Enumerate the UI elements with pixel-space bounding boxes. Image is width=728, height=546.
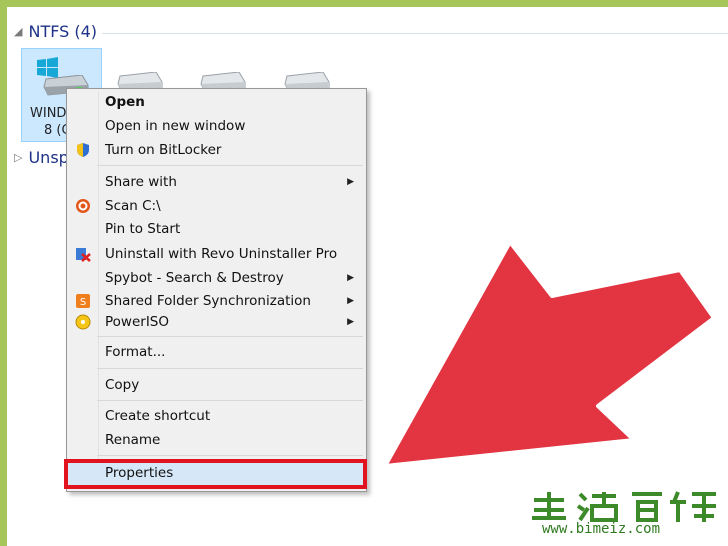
group-ntfs-label: NTFS (4) — [28, 22, 98, 41]
menu-separator — [97, 400, 363, 401]
shield-icon — [77, 143, 89, 157]
submenu-arrow-icon: ▶ — [347, 177, 354, 187]
drive-c-label: WIND — [30, 106, 67, 121]
properties-highlight-box — [64, 459, 367, 489]
submenu-arrow-icon: ▶ — [347, 296, 354, 306]
menu-item-open-new-window[interactable]: Open in new window — [67, 115, 366, 137]
svg-text:S: S — [80, 297, 86, 308]
menu-item-copy[interactable]: Copy — [67, 374, 366, 396]
group-ntfs-header[interactable]: ◢ NTFS (4) — [14, 22, 97, 41]
context-menu: Open Open in new window Turn on BitLocke… — [66, 88, 367, 492]
submenu-arrow-icon: ▶ — [347, 317, 354, 327]
menu-separator — [97, 455, 363, 456]
pointer-arrow-annotation — [383, 240, 716, 468]
menu-item-bitlocker[interactable]: Turn on BitLocker — [67, 139, 366, 161]
submenu-arrow-icon: ▶ — [347, 273, 354, 283]
menu-item-share-with[interactable]: Share with ▶ — [67, 171, 366, 193]
menu-item-format[interactable]: Format... — [67, 341, 366, 363]
menu-item-rename[interactable]: Rename — [67, 429, 366, 451]
menu-item-spybot[interactable]: Spybot - Search & Destroy ▶ — [67, 267, 366, 289]
disc-icon — [75, 314, 91, 330]
antivirus-icon — [76, 199, 90, 213]
menu-separator — [97, 165, 363, 166]
revo-uninstaller-icon — [76, 248, 91, 262]
collapse-caret-icon[interactable]: ◢ — [14, 25, 22, 38]
menu-item-create-shortcut[interactable]: Create shortcut — [67, 405, 366, 427]
menu-item-poweriso[interactable]: PowerISO ▶ — [67, 311, 366, 333]
menu-item-pin-to-start[interactable]: Pin to Start — [67, 218, 366, 240]
group-unspecified-label: Unsp — [28, 148, 69, 167]
group-unspecified-header[interactable]: ▷ Unsp — [14, 148, 69, 167]
group-divider — [102, 33, 728, 34]
menu-item-revo-uninstall[interactable]: Uninstall with Revo Uninstaller Pro — [67, 243, 366, 265]
menu-separator — [97, 336, 363, 337]
watermark-url: www.bimeiz.com — [542, 521, 661, 537]
menu-separator — [97, 368, 363, 369]
expand-caret-icon[interactable]: ▷ — [14, 151, 22, 164]
menu-item-scan[interactable]: Scan C:\ — [67, 195, 366, 217]
sync-icon: S — [76, 294, 90, 308]
menu-item-shared-folder-sync[interactable]: S Shared Folder Synchronization ▶ — [67, 290, 366, 312]
menu-item-open[interactable]: Open — [67, 91, 366, 113]
